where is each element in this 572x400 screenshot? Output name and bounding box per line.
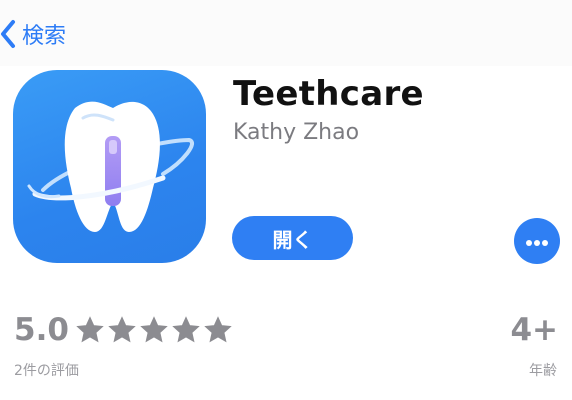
rating-count: 2件の評価 bbox=[14, 363, 79, 379]
ellipsis-icon bbox=[525, 232, 549, 251]
back-button[interactable]: 検索 bbox=[0, 14, 66, 54]
star-icon bbox=[108, 316, 136, 343]
open-button[interactable]: 開く bbox=[232, 216, 353, 260]
navigation-bar: 検索 bbox=[0, 0, 572, 66]
age-label: 年齢 bbox=[529, 363, 557, 379]
age-rating: 4+ bbox=[510, 312, 558, 348]
star-icon bbox=[140, 316, 168, 343]
developer-link[interactable]: Kathy Zhao bbox=[233, 120, 359, 145]
star-rating bbox=[75, 315, 233, 345]
app-title: Teethcare bbox=[233, 74, 424, 114]
tooth-toothbrush-icon bbox=[27, 101, 194, 232]
more-button[interactable] bbox=[514, 218, 560, 264]
app-icon bbox=[13, 70, 206, 263]
chevron-left-icon bbox=[0, 19, 16, 49]
star-icon bbox=[76, 316, 104, 343]
back-label: 検索 bbox=[22, 24, 67, 49]
rating-score: 5.0 bbox=[14, 312, 69, 348]
star-icon bbox=[204, 316, 232, 343]
star-icon bbox=[172, 316, 200, 343]
